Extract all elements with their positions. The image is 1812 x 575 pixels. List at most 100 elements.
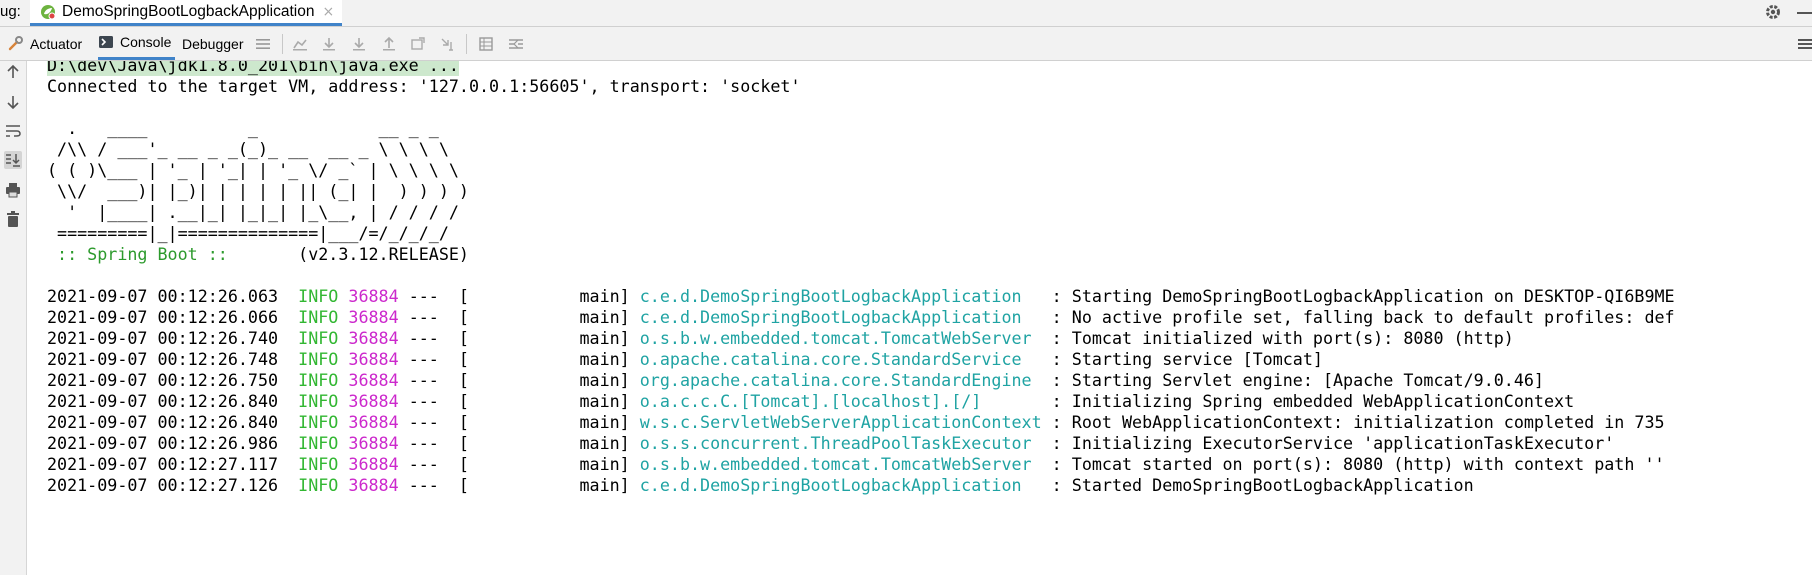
log-level: INFO (298, 412, 339, 432)
log-logger[interactable]: o.s.s.concurrent.ThreadPoolTaskExecutor (640, 433, 1042, 453)
log-thread: --- [ main] (408, 349, 640, 369)
close-tab-icon[interactable]: × (322, 4, 334, 20)
log-line: 2021-09-07 00:12:26.750 INFO 36884 --- [… (47, 370, 1544, 391)
log-logger[interactable]: org.apache.catalina.core.StandardEngine (640, 370, 1042, 390)
run-config-tab[interactable]: DemoSpringBootLogbackApplication × (30, 0, 343, 26)
log-logger[interactable]: o.a.c.c.C.[Tomcat].[localhost].[/] (640, 391, 1042, 411)
log-level: INFO (298, 370, 339, 390)
tab-debugger[interactable]: Debugger (182, 27, 244, 60)
log-logger[interactable]: o.s.b.w.embedded.tomcat.TomcatWebServer (640, 454, 1042, 474)
trace-current-stream-icon[interactable] (508, 36, 524, 52)
log-thread: --- [ main] (408, 307, 640, 327)
log-timestamp: 2021-09-07 00:12:26.840 (47, 412, 279, 432)
spring-boot-version: (v2.3.12.RELEASE) (237, 244, 469, 264)
log-line: 2021-09-07 00:12:26.063 INFO 36884 --- [… (47, 286, 1675, 307)
soft-wrap-icon[interactable] (4, 122, 22, 140)
spring-boot-icon (41, 4, 56, 19)
log-timestamp: 2021-09-07 00:12:26.748 (47, 349, 279, 369)
log-line: 2021-09-07 00:12:27.117 INFO 36884 --- [… (47, 454, 1665, 475)
log-logger[interactable]: c.e.d.DemoSpringBootLogbackApplication (640, 475, 1042, 495)
run-to-cursor-icon[interactable] (440, 36, 456, 52)
console-output[interactable]: D:\dev\Java\jdk1.8.0_201\bin\java.exe ..… (27, 61, 1812, 575)
banner-line: \\/ ___)| |_)| | | | | || (_| | ) ) ) ) (47, 181, 469, 201)
log-timestamp: 2021-09-07 00:12:26.840 (47, 391, 279, 411)
log-logger[interactable]: c.e.d.DemoSpringBootLogbackApplication (640, 307, 1042, 327)
banner-line: =========|_|==============|___/=/_/_/_/ (47, 223, 449, 243)
log-logger[interactable]: w.s.c.ServletWebServerApplicationContext (640, 412, 1042, 432)
layout-options-icon[interactable] (1796, 36, 1812, 52)
run-config-tab-title: DemoSpringBootLogbackApplication (62, 2, 315, 20)
log-message: : Initializing ExecutorService 'applicat… (1041, 433, 1615, 453)
step-into-icon[interactable] (351, 36, 367, 52)
banner-line: . ____ _ __ _ _ (47, 118, 439, 138)
log-message: : Tomcat initialized with port(s): 8080 … (1041, 328, 1514, 348)
drop-frame-icon[interactable] (410, 36, 426, 52)
log-timestamp: 2021-09-07 00:12:26.066 (47, 307, 279, 327)
print-icon[interactable] (4, 181, 22, 199)
log-pid: 36884 (348, 349, 399, 369)
evaluate-expression-icon[interactable] (478, 36, 494, 52)
debug-toolbar: Actuator Console Debugger (0, 27, 1812, 61)
debug-tab-bar: ug: DemoSpringBootLogbackApplication × (0, 0, 1812, 27)
log-pid: 36884 (348, 454, 399, 474)
log-timestamp: 2021-09-07 00:12:27.117 (47, 454, 279, 474)
log-thread: --- [ main] (408, 370, 640, 390)
log-logger[interactable]: o.apache.catalina.core.StandardService (640, 349, 1042, 369)
connected-message: Connected to the target VM, address: '12… (47, 76, 801, 96)
log-pid: 36884 (348, 391, 399, 411)
log-timestamp: 2021-09-07 00:12:26.740 (47, 328, 279, 348)
log-thread: --- [ main] (408, 454, 640, 474)
log-line: 2021-09-07 00:12:26.840 INFO 36884 --- [… (47, 391, 1574, 412)
log-pid: 36884 (348, 328, 399, 348)
log-timestamp: 2021-09-07 00:12:26.986 (47, 433, 279, 453)
log-timestamp: 2021-09-07 00:12:27.126 (47, 475, 279, 495)
log-timestamp: 2021-09-07 00:12:26.750 (47, 370, 279, 390)
log-level: INFO (298, 286, 339, 306)
log-timestamp: 2021-09-07 00:12:26.063 (47, 286, 279, 306)
log-line: 2021-09-07 00:12:27.126 INFO 36884 --- [… (47, 475, 1474, 496)
log-level: INFO (298, 391, 339, 411)
log-thread: --- [ main] (408, 412, 640, 432)
log-level: INFO (298, 307, 339, 327)
log-message: : Root WebApplicationContext: initializa… (1041, 412, 1665, 432)
banner-line: ( ( )\___ | '_ | '_| | '_ \/ _` | \ \ \ … (47, 160, 459, 180)
log-line: 2021-09-07 00:12:26.740 INFO 36884 --- [… (47, 328, 1514, 349)
trash-icon[interactable] (4, 210, 22, 228)
tab-debugger-label: Debugger (182, 35, 244, 52)
tab-actuator[interactable]: Actuator (8, 27, 82, 60)
tab-console[interactable]: Console (98, 27, 176, 60)
log-pid: 36884 (348, 433, 399, 453)
log-pid: 36884 (348, 286, 399, 306)
debug-tool-window: ug: DemoSpringBootLogbackApplication × A… (0, 0, 1812, 575)
log-line: 2021-09-07 00:12:26.066 INFO 36884 --- [… (47, 307, 1675, 328)
log-thread: --- [ main] (408, 286, 640, 306)
log-logger[interactable]: c.e.d.DemoSpringBootLogbackApplication (640, 286, 1042, 306)
banner-line: /\\ / ___'_ __ _ _(_)_ __ __ _ \ \ \ \ (47, 139, 449, 159)
minimize-icon[interactable] (1797, 12, 1812, 14)
step-out-icon[interactable] (381, 36, 397, 52)
log-line: 2021-09-07 00:12:26.840 INFO 36884 --- [… (47, 412, 1665, 433)
scroll-to-end-icon[interactable] (4, 151, 22, 169)
gear-icon[interactable] (1763, 2, 1783, 22)
menu-lines-icon[interactable] (255, 36, 271, 52)
console-icon (99, 36, 113, 48)
log-line: 2021-09-07 00:12:26.986 INFO 36884 --- [… (47, 433, 1614, 454)
show-execution-point-icon[interactable] (292, 36, 308, 52)
arrow-down-icon[interactable] (4, 93, 22, 111)
toolbar-separator (282, 34, 283, 54)
log-logger[interactable]: o.s.b.w.embedded.tomcat.TomcatWebServer (640, 328, 1042, 348)
arrow-up-icon[interactable] (4, 63, 22, 81)
log-message: : No active profile set, falling back to… (1041, 307, 1675, 327)
log-line: 2021-09-07 00:12:26.748 INFO 36884 --- [… (47, 349, 1323, 370)
log-message: : Started DemoSpringBootLogbackApplicati… (1041, 475, 1474, 495)
log-message: : Starting Servlet engine: [Apache Tomca… (1041, 370, 1544, 390)
log-pid: 36884 (348, 307, 399, 327)
banner-line: ' |____| .__|_| |_|_| |_\__, | / / / / (47, 202, 459, 222)
log-level: INFO (298, 328, 339, 348)
log-thread: --- [ main] (408, 433, 640, 453)
command-line: D:\dev\Java\jdk1.8.0_201\bin\java.exe ..… (47, 61, 459, 76)
log-level: INFO (298, 433, 339, 453)
log-thread: --- [ main] (408, 475, 640, 495)
log-message: : Starting DemoSpringBootLogbackApplicat… (1041, 286, 1675, 306)
step-over-icon[interactable] (321, 36, 337, 52)
